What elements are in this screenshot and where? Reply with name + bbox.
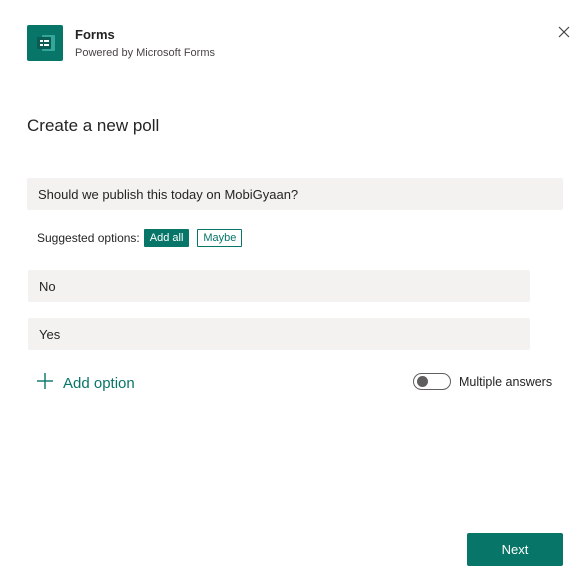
page-title: Create a new poll	[27, 116, 160, 135]
multiple-answers-label: Multiple answers	[459, 375, 553, 389]
toggle-knob	[417, 376, 428, 387]
forms-logo-icon	[27, 25, 63, 61]
add-all-button[interactable]: Add all	[143, 229, 190, 247]
multiple-answers-toggle[interactable]	[413, 373, 451, 390]
add-option-label: Add option	[63, 374, 135, 392]
option-input-1[interactable]	[28, 270, 530, 302]
app-subtitle: Powered by Microsoft Forms	[75, 47, 215, 59]
suggested-options: Suggested options: Add all Maybe	[37, 228, 243, 248]
app-name: Forms	[75, 27, 115, 42]
close-icon[interactable]	[554, 22, 574, 42]
suggested-options-label: Suggested options:	[37, 231, 140, 245]
maybe-option-button[interactable]: Maybe	[197, 229, 243, 247]
add-option-button[interactable]: Add option	[36, 372, 135, 394]
next-button[interactable]: Next	[467, 533, 563, 566]
plus-icon	[36, 372, 54, 395]
question-input[interactable]	[27, 178, 563, 210]
option-input-2[interactable]	[28, 318, 530, 350]
